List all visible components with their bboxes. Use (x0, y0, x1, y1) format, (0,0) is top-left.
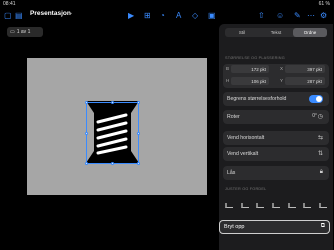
tab-text[interactable]: Tekst (259, 28, 293, 37)
height-label: H (226, 78, 230, 83)
constrain-proportions-row[interactable]: Begrens størrelsesforhold (223, 92, 329, 106)
rotate-row[interactable]: Roter 0° ◷ (223, 110, 329, 124)
align-bottom-icon[interactable] (303, 202, 312, 208)
tab-style[interactable]: Stil (225, 28, 259, 37)
slide-navigator-bar: ▭ 1 av 1 (0, 24, 220, 40)
status-time: 08:41 (3, 1, 16, 7)
format-inspector-panel: Stil Tekst Ordne STØRRELSE OG PLASSERING… (219, 24, 333, 250)
slides-icon: ▭ (10, 29, 15, 35)
lock-label: Lås (227, 170, 236, 176)
more-icon[interactable]: ⋯ (307, 11, 315, 21)
align-middle-icon[interactable] (287, 202, 296, 208)
shape-icon[interactable]: ◇ (192, 11, 198, 21)
flip-vertical-icon: ⇅ (317, 151, 323, 157)
slide-canvas[interactable] (27, 58, 207, 195)
width-label: B (226, 66, 230, 71)
size-position-heading: STØRRELSE OG PLASSERING (225, 56, 285, 60)
inspector-tabs: Stil Tekst Ordne (225, 28, 327, 37)
document-title[interactable]: Presentasjon (30, 10, 71, 17)
height-field[interactable]: 106 pkt (231, 77, 269, 85)
tab-arrange[interactable]: Ordne (293, 28, 327, 37)
resize-handle-bottom[interactable] (111, 162, 114, 165)
y-field[interactable]: 287 pkt (285, 77, 325, 85)
resize-handle-top-left[interactable] (85, 101, 88, 104)
x-label: X (280, 66, 284, 71)
slide-counter-label: 1 av 1 (16, 29, 31, 35)
text-icon[interactable]: A (176, 11, 181, 21)
align-center-icon[interactable] (240, 202, 249, 208)
lock-row[interactable]: Lås 🔒︎ (223, 166, 329, 180)
resize-handle-bottom-right[interactable] (137, 162, 140, 165)
alignment-buttons (225, 200, 327, 210)
resize-handle-top[interactable] (111, 101, 114, 104)
constrain-proportions-toggle[interactable] (309, 95, 323, 103)
x-field[interactable]: 397 pkt (285, 65, 325, 73)
format-brush-icon[interactable]: ✎ (294, 11, 301, 21)
title-chevron-icon[interactable]: ⌄ (69, 10, 73, 16)
break-apart-button[interactable]: Bryt opp ⧉ (219, 220, 330, 234)
flip-horizontal-row[interactable]: Vend horisontalt ⇆ (223, 131, 329, 145)
play-icon[interactable]: ▶ (128, 11, 134, 21)
distribute-icon[interactable] (318, 202, 327, 208)
share-icon[interactable]: ⇧ (258, 11, 265, 21)
sidebar-toggle-icon[interactable]: ▢ (4, 11, 12, 21)
settings-icon[interactable]: ⚙ (320, 11, 327, 21)
status-bar: 08:41 61 % (0, 0, 334, 8)
resize-handle-left[interactable] (85, 132, 88, 135)
collaborate-icon[interactable]: ☺ (276, 11, 284, 21)
break-apart-icon: ⧉ (320, 223, 325, 229)
y-label: Y (280, 78, 284, 83)
align-top-icon[interactable] (271, 202, 280, 208)
rotate-knob-icon[interactable]: ◷ (318, 113, 323, 120)
battery-status: 61 % (318, 1, 330, 7)
align-left-icon[interactable] (225, 202, 233, 208)
media-icon[interactable]: ▣ (208, 11, 216, 21)
resize-handle-bottom-left[interactable] (85, 162, 88, 165)
width-field[interactable]: 172 pkt (231, 65, 269, 73)
align-distribute-heading: JUSTER OG FORDEL (225, 187, 267, 191)
align-right-icon[interactable] (256, 202, 265, 208)
rotate-value[interactable]: 0° (312, 113, 317, 119)
resize-handle-top-right[interactable] (137, 101, 140, 104)
lock-icon: 🔒︎ (319, 169, 323, 175)
break-apart-label: Bryt opp (224, 224, 245, 230)
table-icon[interactable]: ⊞ (144, 11, 151, 21)
resize-handle-right[interactable] (137, 132, 140, 135)
slide-counter-button[interactable]: ▭ 1 av 1 (7, 27, 43, 37)
chart-icon[interactable]: ◔ (160, 11, 165, 21)
selection-frame (85, 101, 140, 165)
size-position-card: B 172 pkt X 397 pkt H 106 pkt Y 287 pkt (223, 64, 329, 88)
documents-back-icon[interactable]: ▤ (15, 11, 23, 21)
top-toolbar: ▢ ▤ Presentasjon ⌄ ▶ ⊞ ◔ A ◇ ▣ ⇧ ☺ ✎ ⋯ ⚙ (0, 8, 334, 24)
flip-vertical-row[interactable]: Vend vertikalt ⇅ (223, 147, 329, 161)
flip-horizontal-icon: ⇆ (317, 135, 323, 141)
